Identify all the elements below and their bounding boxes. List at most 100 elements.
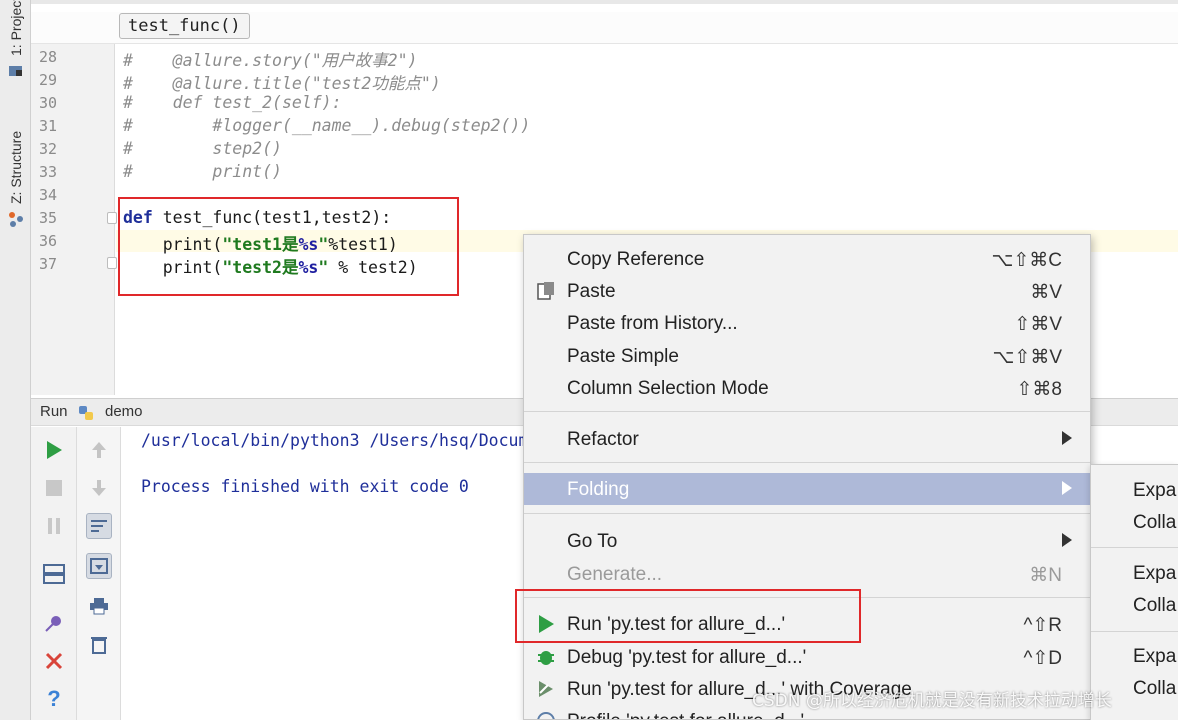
pin-icon [45,616,61,632]
line-number: 34 [39,186,58,204]
print-button[interactable] [86,593,112,619]
project-icon [9,66,22,76]
line-number: 35 [39,209,58,227]
watermark: CSDN @所以经济危机就是没有新技术拉动增长 [752,691,1112,711]
submenu-item-collapse[interactable]: Colla [1133,595,1176,617]
pause-button[interactable] [41,513,67,539]
arrow-down-icon [92,480,106,496]
comment-text: @allure.story("用户故事2") [132,51,418,70]
code-line-29: # @allure.title("test2功能点") [123,70,441,94]
editor-tab-bar-edge [31,0,1178,4]
menu-item-refactor[interactable]: Refactor [524,423,1090,455]
line-number: 29 [39,71,58,89]
comment-text: step2() [132,139,282,158]
run-toolbar-primary: ? [31,427,77,720]
structure-tool-tab[interactable]: Z: Structure [8,131,24,204]
close-run-button[interactable] [41,648,67,674]
line-number: 33 [39,163,58,181]
comment-text: print() [132,162,282,181]
menu-item-label: Paste [567,281,616,302]
soft-wrap-button[interactable] [86,513,112,539]
paste-icon [536,281,556,301]
comment-text: @allure.title("test2功能点") [132,74,441,93]
submenu-arrow-icon [1062,431,1072,445]
scroll-to-end-button[interactable] [86,553,112,579]
python-icon [79,406,93,420]
play-icon [47,441,62,459]
clear-all-button[interactable] [86,631,112,657]
line-number: 30 [39,94,58,112]
menu-item-paste-simple[interactable]: Paste Simple ⌥⇧⌘V [524,340,1090,372]
submenu-arrow-icon [1062,481,1072,495]
menu-item-folding[interactable]: Folding [524,473,1090,505]
menu-item-go-to[interactable]: Go To [524,525,1090,557]
scroll-down-button[interactable] [86,475,112,501]
profile-icon [536,711,556,719]
submenu-item-expand[interactable]: Expa [1133,563,1176,585]
run-config-name[interactable]: demo [105,403,143,420]
menu-separator [524,411,1090,412]
menu-separator [524,513,1090,514]
code-line-32: # step2() [123,139,282,158]
menu-item-paste-from-history[interactable]: Paste from History... ⇧⌘V [524,307,1090,339]
line-number: 28 [39,48,58,66]
run-panel-title: Run [40,403,68,420]
menu-item-label: Paste Simple [567,346,679,367]
line-number: 32 [39,140,58,158]
menu-item-shortcut: ⌘N [1029,565,1062,586]
menu-item-debug-pytest[interactable]: Debug 'py.test for allure_d...' ^⇧D [524,641,1090,673]
stop-button[interactable] [41,475,67,501]
code-line-30: # def test_2(self): [123,93,342,112]
fold-marker-icon[interactable] [107,257,117,269]
layout-button[interactable] [41,561,67,587]
project-tool-tab[interactable]: 1: Project [8,0,24,56]
editor-context-menu: Copy Reference ⌥⇧⌘C Paste ⌘V Paste from … [523,234,1091,720]
menu-item-label: Go To [567,531,618,552]
menu-separator [1091,547,1178,548]
menu-separator [524,462,1090,463]
breadcrumb-item-test-func[interactable]: test_func() [119,13,250,39]
menu-item-paste[interactable]: Paste ⌘V [524,275,1090,307]
comment-text: def test_2(self): [132,93,342,112]
help-icon[interactable]: ? [41,686,67,712]
soft-wrap-icon [91,520,107,532]
menu-item-label: Copy Reference [567,249,705,270]
fold-marker-icon[interactable] [107,212,117,224]
submenu-item-expand[interactable]: Expa [1133,480,1176,502]
submenu-item-collapse[interactable]: Colla [1133,512,1176,534]
menu-item-copy-reference[interactable]: Copy Reference ⌥⇧⌘C [524,243,1090,275]
menu-item-shortcut: ^⇧D [1023,648,1062,669]
menu-item-shortcut: ⇧⌘8 [1016,379,1063,400]
scroll-to-end-icon [90,558,108,574]
layout-icon [43,564,65,584]
code-line-28: # @allure.story("用户故事2") [123,47,417,71]
highlight-box-run-item [515,589,861,643]
tool-window-strip: 1: Project Z: Structure [0,0,31,720]
comment-marker: # [123,51,133,70]
submenu-item-collapse[interactable]: Colla [1133,678,1176,700]
highlight-box-code [118,197,459,296]
comment-marker: # [123,116,133,135]
print-icon [90,598,108,615]
menu-item-shortcut: ⌘V [1030,282,1062,303]
menu-item-generate[interactable]: Generate... ⌘N [524,558,1090,590]
run-toolbar-secondary [77,427,121,720]
code-line-31: # #logger(__name__).debug(step2()) [123,116,530,135]
rerun-button[interactable] [41,437,67,463]
line-number-gutter: 28 29 30 31 32 33 34 35 36 37 [31,44,117,395]
pause-icon [48,518,60,534]
code-line-33: # print() [123,162,282,181]
menu-item-label: Profile 'py.test for allure_d...' [567,711,804,719]
menu-separator [1091,631,1178,632]
stop-icon [46,480,62,496]
line-number: 37 [39,255,58,273]
menu-item-shortcut: ⇧⌘V [1014,314,1062,335]
menu-item-label: Column Selection Mode [567,378,769,399]
submenu-item-expand[interactable]: Expa [1133,646,1176,668]
scroll-up-button[interactable] [86,437,112,463]
menu-item-column-selection-mode[interactable]: Column Selection Mode ⇧⌘8 [524,372,1090,404]
pin-button[interactable] [41,610,67,636]
trash-icon [91,637,107,654]
menu-item-label: Debug 'py.test for allure_d...' [567,647,807,668]
comment-marker: # [123,93,133,112]
